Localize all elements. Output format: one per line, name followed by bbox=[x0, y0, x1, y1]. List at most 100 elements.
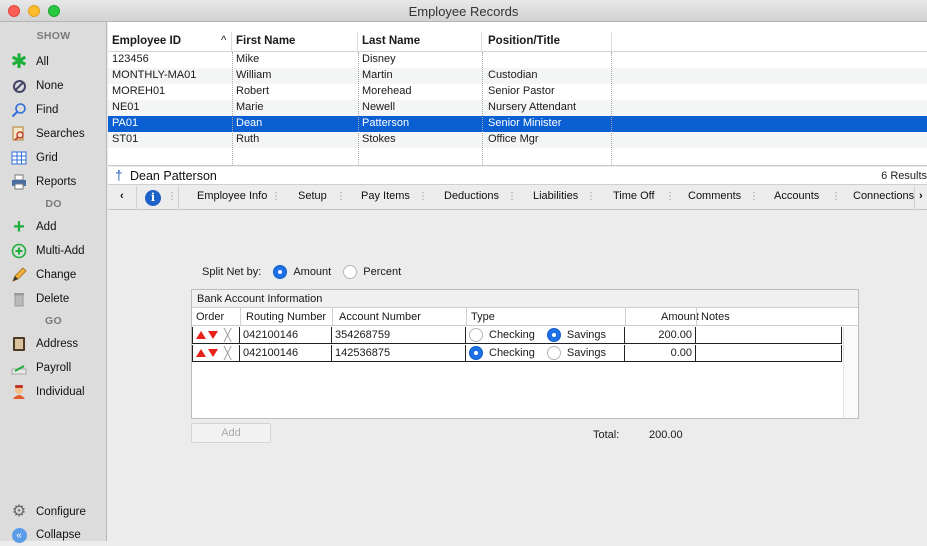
sidebar-item-label: Configure bbox=[36, 506, 86, 518]
tab-time-off[interactable]: Time Off bbox=[613, 190, 655, 202]
tab-separator: ⋮ bbox=[831, 191, 841, 202]
sidebar-item-multi-add[interactable]: Multi-Add bbox=[0, 240, 107, 262]
pencil-icon bbox=[11, 267, 27, 283]
tab-bar: ‹ i ⋮ Employee Info ⋮ Setup ⋮ Pay Items … bbox=[108, 186, 927, 210]
tab-setup[interactable]: Setup bbox=[298, 190, 327, 202]
sidebar-item-payroll[interactable]: Payroll bbox=[0, 357, 107, 379]
multi-add-icon bbox=[11, 243, 27, 259]
checking-radio[interactable] bbox=[469, 327, 483, 342]
sidebar-item-label: Grid bbox=[36, 152, 58, 164]
sidebar-item-find[interactable]: Find bbox=[0, 99, 107, 121]
tabs-scroll-right-button[interactable]: › bbox=[919, 190, 923, 202]
table-cell: Senior Minister bbox=[488, 117, 562, 129]
sidebar-item-add[interactable]: + Add bbox=[0, 216, 107, 238]
savings-radio[interactable] bbox=[546, 327, 561, 342]
sidebar-item-none[interactable]: None bbox=[0, 75, 107, 97]
bank-account-row[interactable]: ╳ 042100146 354268759 Checking Savings 200.00 bbox=[192, 327, 842, 345]
empty-table-row[interactable] bbox=[108, 148, 927, 164]
tab-deductions[interactable]: Deductions bbox=[444, 190, 499, 202]
order-controls: ╳ bbox=[192, 327, 240, 344]
sidebar-item-searches[interactable]: Searches bbox=[0, 123, 107, 145]
sidebar-item-delete[interactable]: Delete bbox=[0, 288, 107, 310]
sidebar-item-individual[interactable]: Individual bbox=[0, 381, 107, 403]
tab-comments[interactable]: Comments bbox=[688, 190, 741, 202]
employee-records-window: Employee Records SHOW ✱ All None Find Se… bbox=[0, 0, 927, 543]
info-icon[interactable]: i bbox=[145, 190, 161, 206]
table-row[interactable]: MONTHLY-MA01 William Martin Custodian bbox=[108, 68, 927, 84]
move-up-icon[interactable] bbox=[196, 331, 206, 339]
table-cell: 123456 bbox=[112, 53, 149, 65]
tab-separator: ⋮ bbox=[336, 191, 346, 202]
sidebar-item-collapse[interactable]: « Collapse bbox=[0, 524, 107, 546]
tab-liabilities[interactable]: Liabilities bbox=[533, 190, 578, 202]
routing-number-field[interactable]: 042100146 bbox=[240, 327, 332, 344]
bank-account-row[interactable]: ╳ 042100146 142536875 Checking Savings 0.00 bbox=[192, 345, 842, 363]
sort-ascending-icon[interactable]: ^ bbox=[221, 35, 226, 47]
table-row[interactable]: 123456 Mike Disney bbox=[108, 52, 927, 68]
sidebar-item-address[interactable]: Address bbox=[0, 333, 107, 355]
tab-employee-info[interactable]: Employee Info bbox=[197, 190, 267, 202]
table-cell: PA01 bbox=[112, 117, 139, 129]
window-title: Employee Records bbox=[408, 4, 519, 19]
accounts-panel: Split Net by: Amount Percent Bank Accoun… bbox=[108, 211, 927, 541]
table-cell: Dean bbox=[236, 117, 263, 129]
title-bar: Employee Records bbox=[0, 0, 927, 22]
delete-row-icon[interactable]: ╳ bbox=[224, 346, 231, 360]
tab-connections[interactable]: Connections bbox=[853, 190, 914, 202]
checking-radio[interactable] bbox=[469, 345, 483, 360]
bank-table-title: Bank Account Information bbox=[192, 290, 858, 308]
notes-field[interactable] bbox=[696, 327, 842, 344]
column-header-employee-id[interactable]: Employee ID bbox=[112, 35, 181, 47]
tab-separator: ⋮ bbox=[749, 191, 759, 202]
delete-row-icon[interactable]: ╳ bbox=[224, 328, 231, 342]
split-amount-radio[interactable] bbox=[273, 265, 288, 279]
column-header-first-name[interactable]: First Name bbox=[236, 35, 295, 47]
table-cell: Senior Pastor bbox=[488, 85, 555, 97]
routing-number-field[interactable]: 042100146 bbox=[240, 345, 332, 362]
split-net-control: Split Net by: Amount Percent bbox=[202, 265, 401, 279]
savings-radio[interactable] bbox=[546, 345, 561, 360]
tab-pay-items[interactable]: Pay Items bbox=[361, 190, 410, 202]
table-row[interactable]: ST01 Ruth Stokes Office Mgr bbox=[108, 132, 927, 148]
account-type-field: Checking Savings bbox=[466, 327, 625, 344]
tabs-scroll-left-button[interactable]: ‹ bbox=[120, 190, 124, 202]
add-account-button[interactable]: Add bbox=[191, 423, 271, 443]
account-number-field[interactable]: 142536875 bbox=[332, 345, 466, 362]
move-down-icon[interactable] bbox=[208, 331, 218, 339]
sidebar-item-all[interactable]: ✱ All bbox=[0, 51, 107, 73]
bank-header-account: Account Number bbox=[339, 311, 421, 323]
account-type-field: Checking Savings bbox=[466, 345, 625, 362]
sidebar-item-label: Delete bbox=[36, 293, 70, 305]
trash-icon bbox=[11, 291, 27, 307]
sidebar-item-label: Find bbox=[36, 104, 59, 116]
bank-table-scrollbar[interactable] bbox=[843, 327, 858, 418]
column-header-position-title[interactable]: Position/Title bbox=[488, 35, 560, 47]
sidebar-item-label: Change bbox=[36, 269, 77, 281]
table-cell: Marie bbox=[236, 101, 264, 113]
split-amount-label: Amount bbox=[293, 266, 332, 278]
table-cell: Patterson bbox=[362, 117, 410, 129]
tab-separator: ⋮ bbox=[418, 191, 428, 202]
sidebar-item-configure[interactable]: ⚙ Configure bbox=[0, 501, 107, 523]
sidebar-item-grid[interactable]: Grid bbox=[0, 147, 107, 169]
table-row[interactable]: NE01 Marie Newell Nursery Attendant bbox=[108, 100, 927, 116]
sidebar: SHOW ✱ All None Find Searches Grid Repor… bbox=[0, 22, 107, 543]
amount-field[interactable]: 0.00 bbox=[625, 345, 696, 362]
table-row[interactable]: MOREH01 Robert Morehead Senior Pastor bbox=[108, 84, 927, 100]
move-down-icon[interactable] bbox=[208, 349, 218, 357]
table-row[interactable]: PA01 Dean Patterson Senior Minister bbox=[108, 116, 927, 132]
sidebar-item-label: Add bbox=[36, 221, 57, 233]
amount-field[interactable]: 200.00 bbox=[625, 327, 696, 344]
tab-accounts[interactable]: Accounts bbox=[774, 190, 819, 202]
move-up-icon[interactable] bbox=[196, 349, 206, 357]
payroll-icon bbox=[11, 360, 27, 376]
bank-table-header: Order Routing Number Account Number Type… bbox=[192, 308, 858, 326]
account-number-field[interactable]: 354268759 bbox=[332, 327, 466, 344]
table-cell: Stokes bbox=[362, 133, 396, 145]
column-header-last-name[interactable]: Last Name bbox=[362, 35, 420, 47]
sidebar-item-reports[interactable]: Reports bbox=[0, 171, 107, 193]
tab-separator: ⋮ bbox=[665, 191, 675, 202]
sidebar-item-change[interactable]: Change bbox=[0, 264, 107, 286]
notes-field[interactable] bbox=[696, 345, 842, 362]
split-percent-radio[interactable] bbox=[343, 265, 358, 279]
